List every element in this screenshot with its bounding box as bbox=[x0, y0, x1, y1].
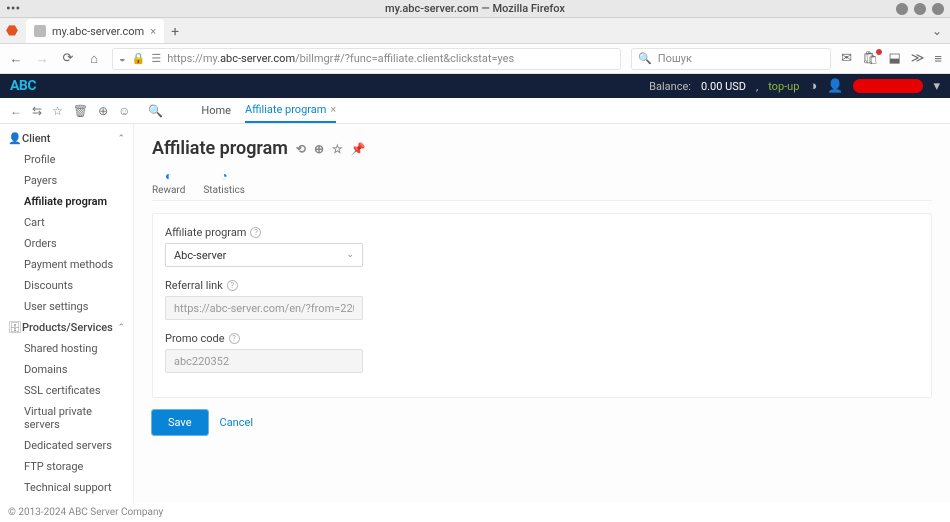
user-label-redacted[interactable] bbox=[853, 79, 923, 93]
statistics-icon: ◔ bbox=[221, 169, 228, 183]
smile-icon[interactable]: ☺ bbox=[118, 104, 130, 118]
os-title-bar: ••• my.abc-server.com — Mozilla Firefox bbox=[0, 0, 950, 18]
input-promo-code[interactable] bbox=[165, 349, 363, 373]
lock-icon[interactable]: 🔒 bbox=[132, 52, 146, 65]
top-up-link[interactable]: top-up bbox=[768, 80, 799, 93]
sidebar-item-ssl[interactable]: SSL certificates bbox=[0, 380, 133, 401]
sidebar-item-profile[interactable]: Profile bbox=[0, 149, 133, 170]
app-header: ABC Balance: 0.00 USD , top-up ◑ 👤 ▾ bbox=[0, 74, 950, 98]
breadcrumb-home[interactable]: Home bbox=[201, 98, 231, 123]
forward-icon[interactable]: → bbox=[34, 51, 50, 67]
sidebar-item-discounts[interactable]: Discounts bbox=[0, 275, 133, 296]
back-icon[interactable]: ← bbox=[8, 51, 24, 67]
window-controls[interactable] bbox=[896, 3, 944, 15]
browser-tab[interactable]: my.abc-server.com × bbox=[26, 19, 164, 43]
search-small-icon[interactable]: 🔍 bbox=[148, 104, 163, 118]
shield-icon[interactable]: ◒ bbox=[119, 52, 126, 65]
browser-tab-bar: ⬣ my.abc-server.com × + ⌄ bbox=[0, 18, 950, 44]
form-panel: Affiliate program ? Abc-server ⌄ Referra… bbox=[152, 213, 932, 398]
sidebar-item-domains[interactable]: Domains bbox=[0, 359, 133, 380]
sidebar-item-dedicated[interactable]: Dedicated servers bbox=[0, 435, 133, 456]
close-tab-icon[interactable]: × bbox=[150, 25, 156, 38]
search-icon: 🔍 bbox=[638, 52, 652, 65]
mail-icon[interactable]: ✉ bbox=[841, 51, 852, 67]
extension-icon[interactable]: 🛍 bbox=[862, 51, 879, 67]
sub-tabs: ◐ Reward ◔ Statistics bbox=[152, 169, 932, 201]
tab-statistics[interactable]: ◔ Statistics bbox=[203, 169, 245, 200]
favorite-icon[interactable]: ☆ bbox=[332, 142, 343, 156]
select-affiliate-program[interactable]: Abc-server ⌄ bbox=[165, 243, 363, 267]
chevron-up-icon: ⌃ bbox=[117, 134, 125, 144]
sidebar-item-shared-hosting[interactable]: Shared hosting bbox=[0, 338, 133, 359]
help-icon[interactable]: ◑ bbox=[809, 78, 817, 94]
help-icon[interactable]: ? bbox=[250, 227, 261, 238]
sidebar-item-colocation[interactable]: Colocation bbox=[0, 498, 133, 503]
client-icon: 👤 bbox=[8, 132, 22, 145]
main-content: Affiliate program ⟲ ⊕ ☆ 📌 ◐ Reward ◔ Sta… bbox=[134, 124, 950, 503]
input-referral-link[interactable] bbox=[165, 296, 363, 320]
help-icon[interactable]: ? bbox=[229, 333, 240, 344]
basket-icon[interactable]: 🗑 bbox=[73, 104, 88, 118]
sidebar-item-vps[interactable]: Virtual private servers bbox=[0, 401, 133, 435]
chevron-down-icon: ⌄ bbox=[346, 250, 354, 260]
balance-label: Balance: bbox=[649, 80, 691, 93]
user-chevron-icon[interactable]: ▾ bbox=[933, 79, 940, 94]
os-menu-dots[interactable]: ••• bbox=[6, 2, 20, 16]
new-tab-button[interactable]: + bbox=[164, 21, 186, 43]
hamburger-icon[interactable]: ≡ bbox=[934, 51, 942, 67]
sidebar-group-products[interactable]: 🗄 Products/Services ⌃ bbox=[0, 317, 133, 338]
address-bar[interactable]: ◒ 🔒 ☰ https://my.abc-server.com/billmgr#… bbox=[112, 48, 621, 70]
window-title: my.abc-server.com — Mozilla Firefox bbox=[385, 2, 565, 15]
footer-copyright: © 2013-2024 ABC Server Company bbox=[0, 503, 950, 522]
close-breadcrumb-icon[interactable]: × bbox=[330, 103, 336, 116]
breadcrumb-affiliate[interactable]: Affiliate program × bbox=[245, 98, 336, 123]
sidebar-item-support[interactable]: Technical support bbox=[0, 477, 133, 498]
toolbar-row: ← ⇆ ☆ 🗑 ⊕ ☺ 🔍 Home Affiliate program × bbox=[0, 98, 950, 124]
star-icon[interactable]: ☆ bbox=[52, 104, 63, 118]
reload-icon[interactable]: ⟳ bbox=[60, 51, 76, 66]
url-text: https://my.abc-server.com/billmgr#/?func… bbox=[167, 52, 514, 65]
download-icon[interactable]: ⬓ bbox=[889, 51, 901, 67]
overflow-icon[interactable]: ≫ bbox=[911, 51, 925, 67]
sidebar-group-client[interactable]: 👤 Client ⌃ bbox=[0, 128, 133, 149]
label-referral: Referral link ? bbox=[165, 279, 919, 292]
plus-circle-icon[interactable]: ⊕ bbox=[98, 104, 108, 118]
search-placeholder: Пошук bbox=[658, 52, 692, 65]
sidebar-item-cart[interactable]: Cart bbox=[0, 212, 133, 233]
page-title: Affiliate program ⟲ ⊕ ☆ 📌 bbox=[152, 138, 932, 159]
sidebar-item-ftp[interactable]: FTP storage bbox=[0, 456, 133, 477]
back-arrow-icon[interactable]: ← bbox=[10, 104, 22, 118]
search-bar[interactable]: 🔍 Пошук bbox=[631, 48, 831, 70]
products-icon: 🗄 bbox=[8, 321, 22, 334]
balance-value: 0.00 USD bbox=[701, 80, 746, 93]
tab-title: my.abc-server.com bbox=[52, 25, 144, 38]
tree-icon[interactable]: ⇆ bbox=[32, 104, 42, 118]
reward-icon: ◐ bbox=[165, 169, 172, 183]
label-program: Affiliate program ? bbox=[165, 226, 919, 239]
chevron-up-icon: ⌃ bbox=[117, 323, 125, 333]
sidebar-item-user-settings[interactable]: User settings bbox=[0, 296, 133, 317]
logo[interactable]: ABC bbox=[10, 78, 36, 94]
globe-icon[interactable]: ⊕ bbox=[314, 142, 324, 156]
home-icon[interactable]: ⌂ bbox=[86, 51, 102, 67]
label-promo: Promo code ? bbox=[165, 332, 919, 345]
user-icon[interactable]: 👤 bbox=[827, 79, 843, 94]
sidebar-item-payment-methods[interactable]: Payment methods bbox=[0, 254, 133, 275]
permissions-icon[interactable]: ☰ bbox=[151, 52, 161, 65]
tab-reward[interactable]: ◐ Reward bbox=[152, 169, 185, 200]
help-icon[interactable]: ? bbox=[227, 280, 238, 291]
sidebar-item-orders[interactable]: Orders bbox=[0, 233, 133, 254]
sidebar-item-payers[interactable]: Payers bbox=[0, 170, 133, 191]
cancel-button[interactable]: Cancel bbox=[220, 416, 253, 429]
sidebar: 👤 Client ⌃ Profile Payers Affiliate prog… bbox=[0, 124, 134, 503]
firefox-icon: ⬣ bbox=[0, 23, 24, 39]
refresh-icon[interactable]: ⟲ bbox=[296, 142, 306, 156]
pin-icon[interactable]: 📌 bbox=[351, 142, 366, 156]
favicon-icon bbox=[34, 25, 46, 37]
save-button[interactable]: Save bbox=[152, 410, 208, 435]
browser-toolbar: ← → ⟳ ⌂ ◒ 🔒 ☰ https://my.abc-server.com/… bbox=[0, 44, 950, 74]
sidebar-item-affiliate[interactable]: Affiliate program bbox=[0, 191, 133, 212]
tab-list-chevron-icon[interactable]: ⌄ bbox=[932, 24, 942, 38]
